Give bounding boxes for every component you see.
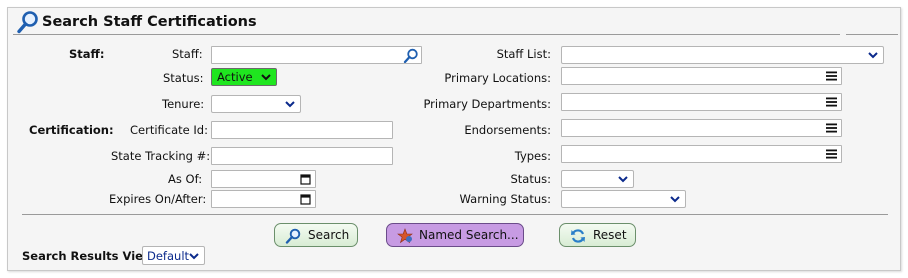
state-tracking-input[interactable] (211, 147, 393, 165)
chevron-down-icon (285, 101, 295, 108)
results-view-value: Default (147, 249, 190, 263)
chevron-down-icon (670, 196, 680, 203)
magnifier-icon (285, 228, 301, 244)
state-tracking-label: State Tracking #: (111, 149, 211, 163)
endorsements-label: Endorsements: (464, 123, 551, 137)
certificate-id-label: Certificate Id: (130, 123, 208, 137)
page-title: Search Staff Certifications (42, 14, 257, 30)
chevron-down-icon (261, 74, 271, 81)
staff-section-label: Staff: (69, 47, 105, 61)
menu-icon[interactable] (826, 71, 837, 81)
staff-status-value: Active (217, 70, 253, 84)
staff-list-label: Staff List: (496, 47, 551, 61)
expires-date-input[interactable] (211, 190, 316, 208)
magnifier-icon[interactable] (403, 48, 419, 63)
chevron-down-icon (868, 52, 878, 59)
tenure-select[interactable] (211, 95, 301, 113)
certificate-id-input[interactable] (211, 121, 393, 139)
types-label: Types: (514, 149, 551, 163)
calendar-icon[interactable] (300, 173, 311, 185)
named-search-button[interactable]: Named Search... (386, 223, 524, 247)
calendar-icon[interactable] (300, 193, 311, 205)
menu-icon[interactable] (826, 97, 837, 107)
search-button-label: Search (308, 228, 350, 242)
results-view-label: Search Results View: (22, 249, 159, 263)
search-button[interactable]: Search (274, 223, 358, 247)
primary-departments-field[interactable] (561, 93, 842, 111)
primary-departments-label: Primary Departments: (423, 97, 551, 111)
primary-locations-label: Primary Locations: (444, 71, 551, 85)
expires-label: Expires On/After: (109, 192, 207, 206)
cert-status-label: Status: (510, 172, 551, 186)
menu-icon[interactable] (826, 149, 837, 159)
star-icon (397, 228, 413, 244)
reset-button[interactable]: Reset (559, 223, 636, 247)
warning-status-label: Warning Status: (459, 192, 551, 206)
endorsements-field[interactable] (561, 119, 842, 137)
staff-field-label: Staff: (172, 47, 203, 61)
title-divider (13, 34, 840, 35)
cert-status-select[interactable] (561, 170, 634, 188)
named-search-button-label: Named Search... (419, 228, 519, 242)
warning-status-select[interactable] (561, 190, 686, 208)
primary-locations-field[interactable] (561, 67, 842, 85)
staff-search-input[interactable] (211, 46, 422, 64)
as-of-label: As Of: (168, 172, 203, 186)
results-view-select[interactable]: Default (142, 246, 205, 265)
magnifier-icon (17, 11, 38, 34)
refresh-icon (571, 229, 585, 243)
staff-list-select[interactable] (561, 46, 884, 64)
certification-section-label: Certification: (29, 123, 114, 137)
title-divider-right (846, 34, 898, 35)
as-of-date-input[interactable] (211, 170, 316, 188)
staff-status-select[interactable]: Active (211, 68, 277, 86)
types-field[interactable] (561, 145, 842, 163)
reset-button-label: Reset (593, 228, 627, 242)
chevron-down-icon (189, 253, 199, 260)
chevron-down-icon (618, 176, 628, 183)
tenure-field-label: Tenure: (162, 97, 205, 111)
status-field-label: Status: (163, 71, 204, 85)
menu-icon[interactable] (826, 123, 837, 133)
form-divider (22, 214, 888, 215)
